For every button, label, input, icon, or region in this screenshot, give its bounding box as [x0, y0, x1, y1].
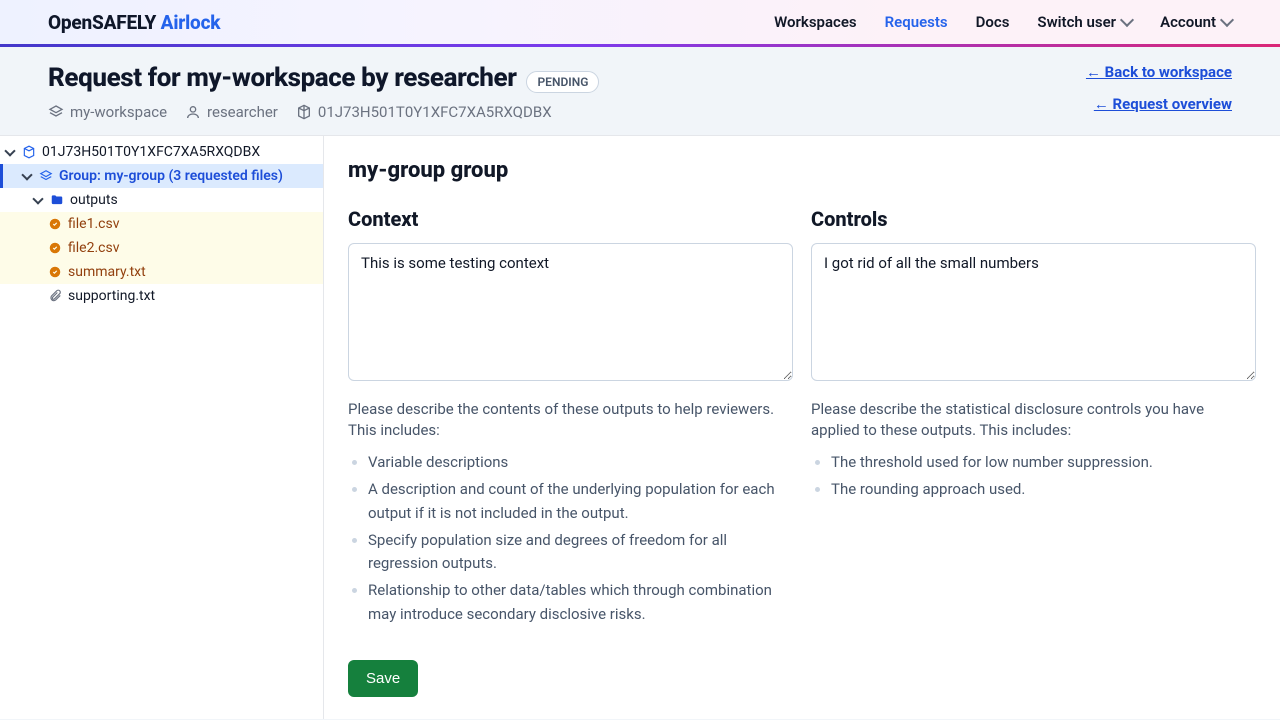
meta-user-text: researcher	[207, 103, 278, 121]
context-heading: Context	[348, 207, 793, 231]
nav-docs[interactable]: Docs	[976, 13, 1010, 31]
page-meta: my-workspace researcher 01J73H501T0Y1XFC…	[48, 103, 599, 121]
layers-icon	[39, 169, 53, 183]
context-bullet: Specify population size and degrees of f…	[368, 529, 793, 576]
tree-root-label: 01J73H501T0Y1XFC7XA5RXQDBX	[42, 142, 260, 162]
paperclip-icon	[48, 289, 62, 303]
chevron-down-icon	[1220, 13, 1234, 27]
tree-group[interactable]: Group: my-group (3 requested files)	[0, 164, 323, 188]
nav-switch-user[interactable]: Switch user	[1037, 13, 1132, 31]
controls-bullets: The threshold used for low number suppre…	[811, 451, 1256, 502]
file-status-icon	[48, 265, 62, 279]
file-tree: 01J73H501T0Y1XFC7XA5RXQDBX Group: my-gro…	[0, 136, 324, 719]
save-button[interactable]: Save	[348, 660, 418, 697]
nav-account-label: Account	[1160, 13, 1216, 31]
file-status-icon	[48, 241, 62, 255]
controls-bullet: The rounding approach used.	[831, 478, 1256, 501]
nav-workspaces[interactable]: Workspaces	[774, 13, 857, 31]
person-icon	[185, 104, 201, 120]
tree-file-label: summary.txt	[68, 262, 146, 282]
context-helper: Please describe the contents of these ou…	[348, 399, 793, 441]
meta-user: researcher	[185, 103, 278, 121]
request-overview-link[interactable]: ← Request overview	[1086, 95, 1232, 113]
tree-supporting-file-label: supporting.txt	[68, 286, 155, 306]
file-status-icon	[48, 217, 62, 231]
context-bullet: Variable descriptions	[368, 451, 793, 474]
tree-supporting-file[interactable]: supporting.txt	[0, 284, 323, 308]
folder-icon	[50, 193, 64, 207]
brand[interactable]: OpenSAFELY Airlock	[48, 11, 220, 34]
tree-file[interactable]: file2.csv	[0, 236, 323, 260]
tree-group-label: Group: my-group (3 requested files)	[59, 166, 283, 186]
tree-folder-label: outputs	[70, 190, 118, 210]
main-panel: my-group group Context Please describe t…	[324, 136, 1280, 719]
chevron-down-icon	[1120, 13, 1134, 27]
controls-helper: Please describe the statistical disclosu…	[811, 399, 1256, 441]
tree-root[interactable]: 01J73H501T0Y1XFC7XA5RXQDBX	[0, 140, 323, 164]
tree-file-label: file1.csv	[68, 214, 119, 234]
context-bullets: Variable descriptions A description and …	[348, 451, 793, 626]
nav-requests[interactable]: Requests	[885, 13, 948, 31]
tree-file[interactable]: file1.csv	[0, 212, 323, 236]
back-to-workspace-link[interactable]: ← Back to workspace	[1086, 63, 1232, 81]
context-bullet: Relationship to other data/tables which …	[368, 579, 793, 626]
top-nav: OpenSAFELY Airlock Workspaces Requests D…	[0, 0, 1280, 44]
nav-switch-user-label: Switch user	[1037, 13, 1116, 31]
tree-folder[interactable]: outputs	[0, 188, 323, 212]
brand-name: OpenSAFELY	[48, 11, 156, 34]
nav-items: Workspaces Requests Docs Switch user Acc…	[774, 13, 1232, 31]
context-textarea[interactable]	[348, 243, 793, 381]
controls-heading: Controls	[811, 207, 1256, 231]
meta-request-id-text: 01J73H501T0Y1XFC7XA5RXQDBX	[318, 103, 552, 121]
chevron-down-icon	[32, 193, 43, 204]
nav-account[interactable]: Account	[1160, 13, 1232, 31]
controls-section: Controls Please describe the statistical…	[811, 207, 1256, 697]
layers-icon	[48, 104, 64, 120]
page-header: Request for my-workspace by researcher P…	[0, 47, 1280, 136]
tree-file-label: file2.csv	[68, 238, 119, 258]
page-title: Request for my-workspace by researcher	[48, 63, 516, 93]
chevron-down-icon	[21, 169, 32, 180]
brand-product: Airlock	[161, 11, 221, 34]
meta-workspace-text: my-workspace	[70, 103, 167, 121]
chevron-down-icon	[4, 145, 15, 156]
meta-workspace: my-workspace	[48, 103, 167, 121]
controls-bullet: The threshold used for low number suppre…	[831, 451, 1256, 474]
tree-file[interactable]: summary.txt	[0, 260, 323, 284]
controls-textarea[interactable]	[811, 243, 1256, 381]
cube-icon	[296, 104, 312, 120]
group-heading: my-group group	[348, 158, 1256, 183]
context-bullet: A description and count of the underlyin…	[368, 478, 793, 525]
meta-request-id: 01J73H501T0Y1XFC7XA5RXQDBX	[296, 103, 552, 121]
status-badge: PENDING	[526, 71, 599, 93]
context-section: Context Please describe the contents of …	[348, 207, 793, 697]
cube-icon	[22, 145, 36, 159]
